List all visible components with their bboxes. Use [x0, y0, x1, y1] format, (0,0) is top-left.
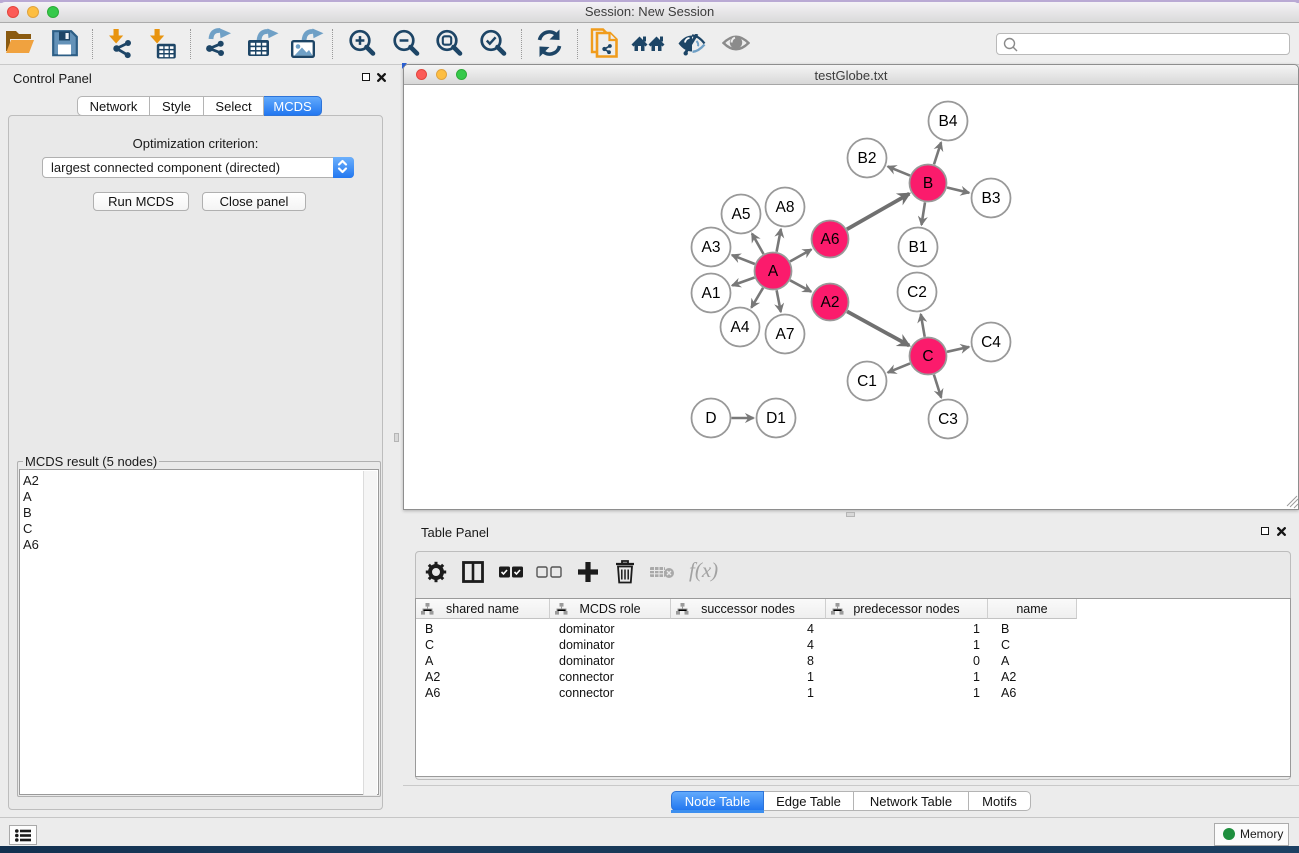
svg-text:A6: A6: [821, 231, 840, 248]
svg-text:C3: C3: [938, 411, 958, 428]
svg-text:D: D: [705, 410, 716, 427]
svg-text:C1: C1: [857, 373, 877, 390]
svg-text:B1: B1: [909, 239, 928, 256]
svg-text:A5: A5: [732, 206, 751, 223]
svg-text:C4: C4: [981, 334, 1001, 351]
svg-text:A7: A7: [776, 326, 795, 343]
svg-text:A4: A4: [731, 319, 750, 336]
svg-text:A3: A3: [702, 239, 721, 256]
svg-text:A8: A8: [776, 199, 795, 216]
svg-text:D1: D1: [766, 410, 786, 427]
svg-text:B4: B4: [939, 113, 958, 130]
svg-text:C: C: [922, 348, 933, 365]
svg-text:A: A: [768, 263, 779, 280]
svg-text:B: B: [923, 175, 933, 192]
svg-text:A1: A1: [702, 285, 721, 302]
svg-text:B2: B2: [858, 150, 877, 167]
svg-text:C2: C2: [907, 284, 927, 301]
svg-text:B3: B3: [982, 190, 1001, 207]
svg-text:A2: A2: [821, 294, 840, 311]
